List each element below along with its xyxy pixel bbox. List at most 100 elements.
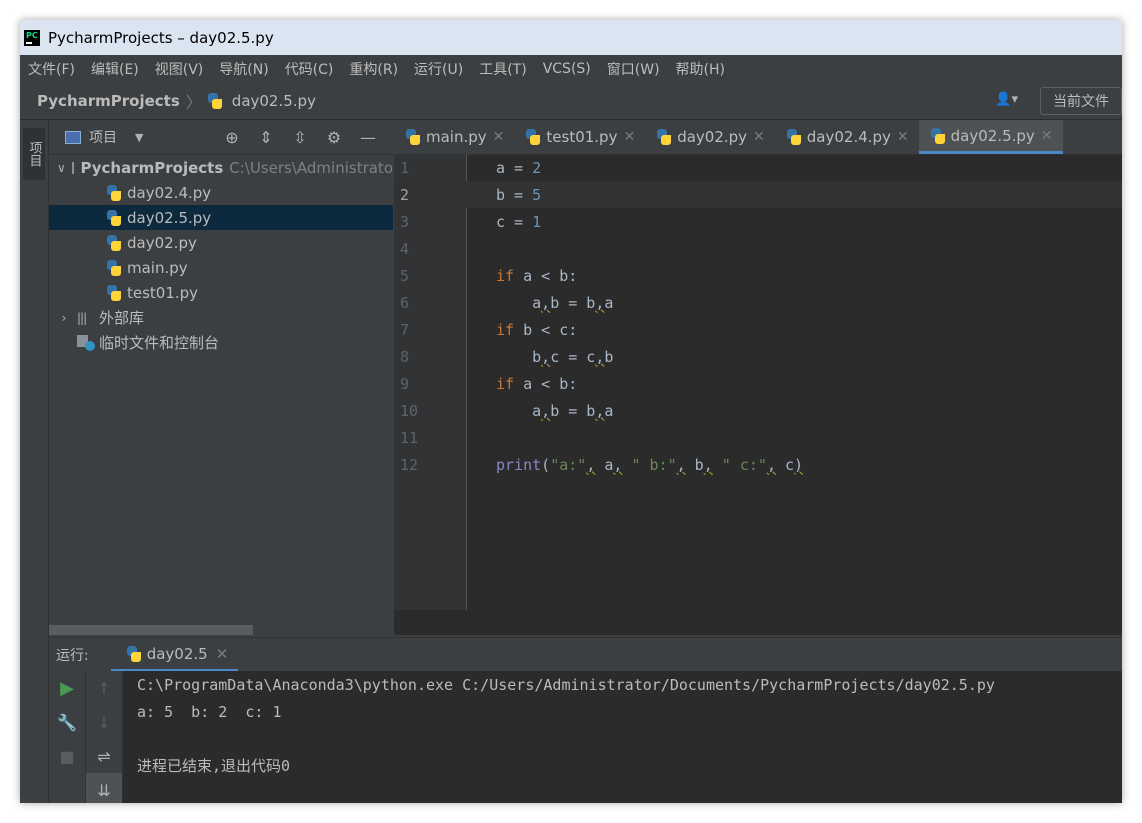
project-panel: 项目 ▼ ⊕ ⇕ ⇳ ⚙ — ∨ PycharmProjects C:\User… (49, 120, 393, 635)
chevron-right-icon[interactable]: › (57, 311, 71, 325)
editor-tab[interactable]: test01.py ✕ (514, 120, 645, 154)
menu-help[interactable]: 帮助(H) (668, 59, 733, 79)
project-panel-title[interactable]: 项目 (89, 127, 117, 147)
line-number: 7 (400, 320, 410, 339)
code-editor: main.py ✕ test01.py ✕ day02.py ✕ day02.4.py… (394, 120, 1122, 635)
tree-file-item[interactable]: day02.py (49, 230, 393, 255)
rerun-icon[interactable]: ▶ (49, 671, 85, 705)
editor-tab-active[interactable]: day02.5.py ✕ (918, 120, 1063, 154)
pycharm-logo-icon: PC (24, 29, 40, 46)
tree-file-item[interactable]: day02.4.py (49, 180, 393, 205)
file-name: day02.py (127, 233, 197, 252)
code-text: b = 5 (496, 185, 542, 204)
file-name: test01.py (127, 283, 199, 302)
stop-icon[interactable]: ■ (49, 739, 85, 773)
code-line[interactable]: 12 print("a:", a, " b:", b, " c:", c) (394, 451, 1122, 478)
left-tool-stripe: 项目 (20, 120, 49, 803)
wrench-icon[interactable]: 🔧 (49, 705, 85, 739)
tree-root-folder[interactable]: ∨ PycharmProjects C:\Users\Administrato (49, 155, 393, 180)
run-console[interactable]: C:\ProgramData\Anaconda3\python.exe C:/U… (123, 671, 1122, 803)
close-icon[interactable]: ✕ (493, 129, 505, 145)
menu-refactor[interactable]: 重构(R) (341, 59, 406, 79)
chevron-down-icon[interactable]: ▼ (135, 131, 143, 144)
menu-code[interactable]: 代码(C) (277, 59, 342, 79)
project-tree: ∨ PycharmProjects C:\Users\Administrato … (49, 155, 393, 355)
soft-wrap-icon[interactable]: ⇌ (86, 739, 122, 773)
horizontal-scrollbar[interactable] (49, 625, 253, 635)
python-file-icon (107, 259, 121, 276)
editor-tab[interactable]: day02.py ✕ (645, 120, 775, 154)
menu-edit[interactable]: 编辑(E) (83, 59, 147, 79)
close-icon[interactable]: ✕ (753, 129, 765, 145)
code-line[interactable]: 1 a = 2 (394, 154, 1122, 181)
project-view-icon (65, 130, 81, 144)
menu-view[interactable]: 视图(V) (147, 59, 212, 79)
python-file-icon (406, 129, 420, 145)
code-text: b,c = c,b (496, 347, 614, 366)
arrow-down-icon[interactable]: ↓ (86, 705, 122, 739)
code-line[interactable]: 5 if a < b: (394, 262, 1122, 289)
folder-icon (71, 161, 75, 174)
code-line-current[interactable]: 2 b = 5 (394, 181, 1122, 208)
editor-tab[interactable]: day02.4.py ✕ (775, 120, 919, 154)
run-panel-label: 运行: (56, 648, 89, 664)
arrow-up-icon[interactable]: ↑ (86, 671, 122, 705)
library-icon: ||| (77, 310, 87, 325)
user-account-icon[interactable]: 👤▾ (995, 92, 1018, 107)
tree-file-item[interactable]: main.py (49, 255, 393, 280)
breadcrumb-project[interactable]: PycharmProjects (37, 92, 180, 110)
breadcrumb-file[interactable]: day02.5.py (232, 92, 316, 110)
code-text: if a < b: (496, 266, 578, 285)
breadcrumb-separator-icon: 〉 (185, 92, 202, 112)
editor-tab[interactable]: main.py ✕ (394, 120, 514, 154)
python-file-icon (657, 129, 672, 145)
code-line[interactable]: 11 (394, 424, 1122, 451)
external-libraries-label: 外部库 (99, 309, 145, 327)
code-line[interactable]: 10 a,b = b,a (394, 397, 1122, 424)
line-number: 11 (400, 428, 419, 447)
close-icon[interactable]: ✕ (216, 645, 229, 663)
menu-file[interactable]: 文件(F) (20, 59, 83, 79)
code-line[interactable]: 3 c = 1 (394, 208, 1122, 235)
line-number: 10 (400, 401, 419, 420)
editor-tab-label: day02.4.py (806, 128, 891, 146)
menu-run[interactable]: 运行(U) (406, 59, 471, 79)
locate-icon[interactable]: ⊕ (215, 128, 249, 147)
editor-tab-label: test01.py (546, 128, 618, 146)
expand-all-icon[interactable]: ⇕ (249, 128, 283, 147)
menu-vcs[interactable]: VCS(S) (535, 61, 599, 77)
menu-navigate[interactable]: 导航(N) (211, 59, 276, 79)
tree-scratches[interactable]: 临时文件和控制台 (49, 330, 393, 355)
code-line[interactable]: 9 if a < b: (394, 370, 1122, 397)
code-line[interactable]: 6 a,b = b,a (394, 289, 1122, 316)
run-tab[interactable]: day02.5 ✕ (110, 638, 239, 672)
close-icon[interactable]: ✕ (1041, 128, 1053, 144)
console-line: a: 5 b: 2 c: 1 (137, 702, 282, 721)
code-text: if b < c: (496, 320, 578, 339)
close-icon[interactable]: ✕ (623, 129, 635, 145)
code-line[interactable]: 4 (394, 235, 1122, 262)
python-file-icon (107, 234, 121, 251)
menu-tools[interactable]: 工具(T) (471, 59, 534, 79)
tree-external-libraries[interactable]: › ||| 外部库 (49, 305, 393, 330)
tree-file-item[interactable]: test01.py (49, 280, 393, 305)
project-tool-tab[interactable]: 项目 (23, 128, 45, 180)
scroll-to-end-icon[interactable]: ⇊ (86, 773, 122, 803)
collapse-all-icon[interactable]: ⇳ (283, 128, 317, 147)
hide-icon[interactable]: — (351, 128, 385, 147)
scratches-label: 临时文件和控制台 (99, 334, 220, 352)
menu-bar: 文件(F) 编辑(E) 视图(V) 导航(N) 代码(C) 重构(R) 运行(U… (20, 55, 1122, 82)
code-line[interactable]: 7 if b < c: (394, 316, 1122, 343)
code-text: a,b = b,a (496, 293, 614, 312)
code-line[interactable]: 8 b,c = c,b (394, 343, 1122, 370)
code-lines[interactable]: 1 a = 2 2 b = 5 3 c = 1 4 5 if a < b: 6 a,b … (394, 154, 1122, 478)
project-toolbar: ⊕ ⇕ ⇳ ⚙ — (215, 120, 385, 154)
run-config-selector[interactable]: 当前文件 (1040, 87, 1122, 115)
menu-window[interactable]: 窗口(W) (599, 59, 668, 79)
run-toolbar-secondary: ↑ ↓ ⇌ ⇊ (86, 671, 123, 803)
gear-icon[interactable]: ⚙ (317, 128, 351, 147)
tree-file-item-selected[interactable]: day02.5.py (49, 205, 393, 230)
chevron-down-icon[interactable]: ∨ (57, 161, 66, 175)
close-icon[interactable]: ✕ (897, 129, 909, 145)
